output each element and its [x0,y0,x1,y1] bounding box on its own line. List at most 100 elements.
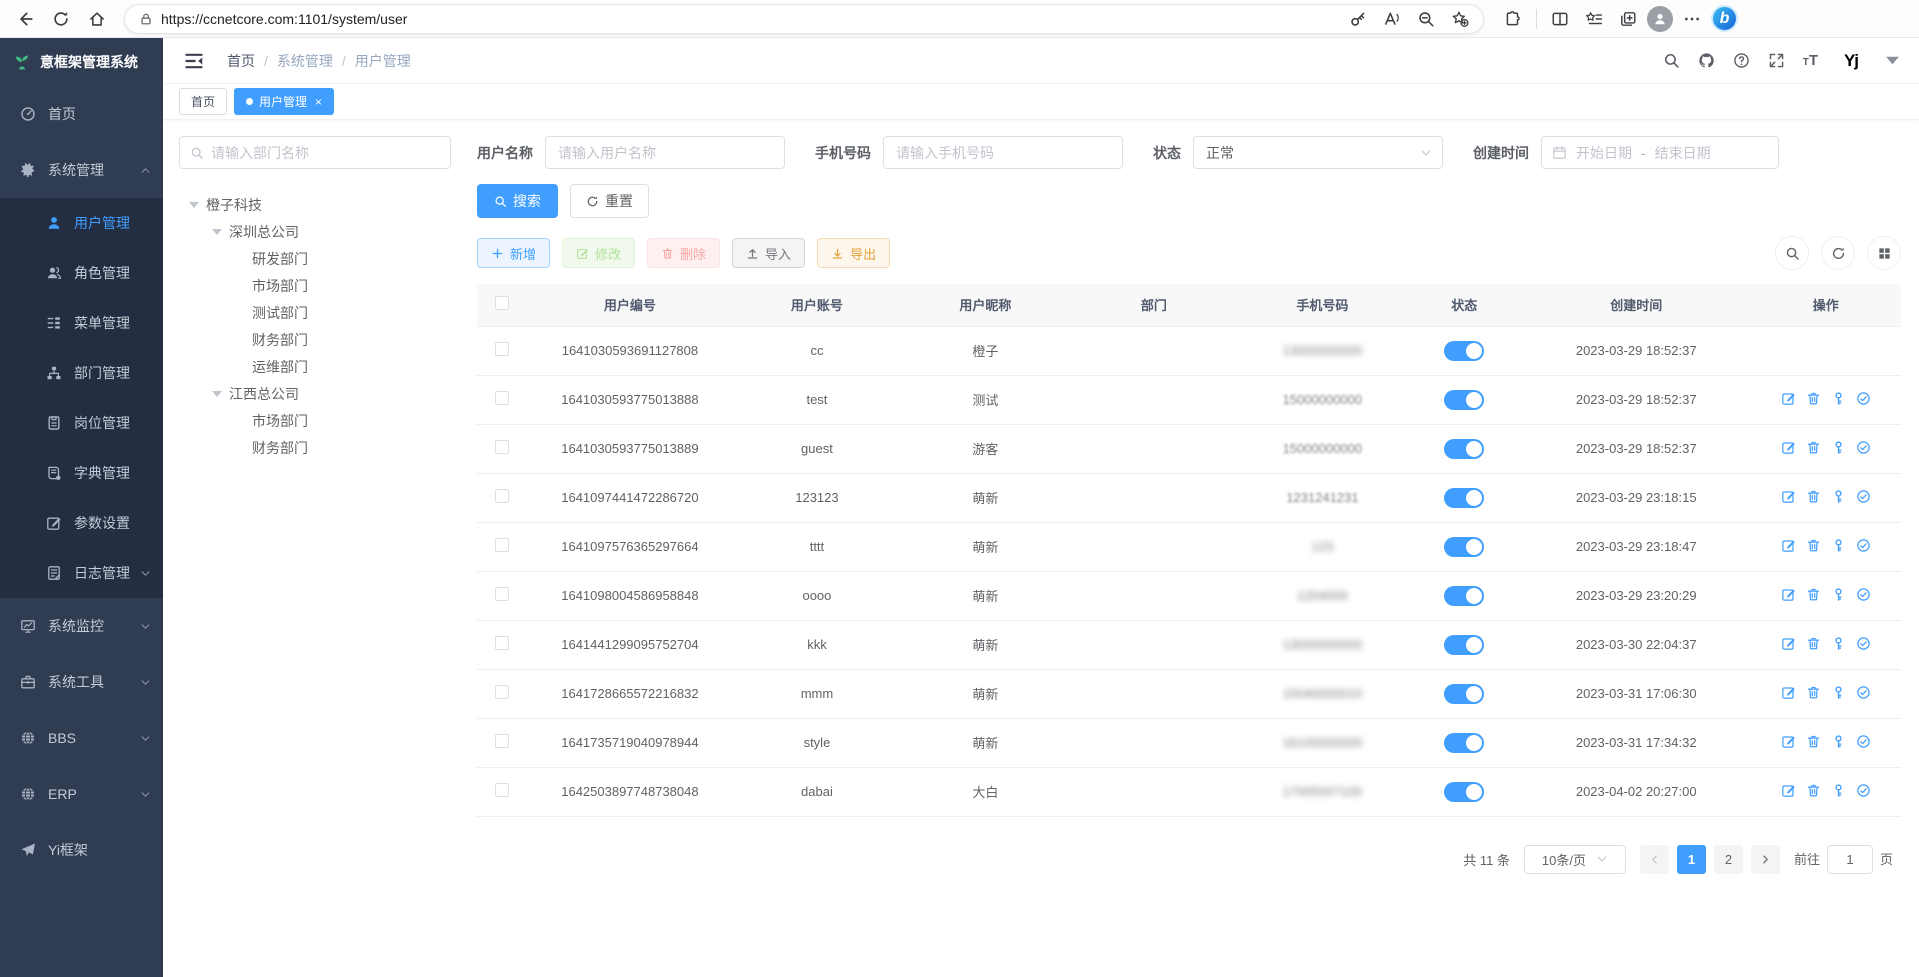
reset-password-icon[interactable] [1831,685,1846,700]
assign-role-icon[interactable] [1856,783,1871,798]
reset-password-icon[interactable] [1831,538,1846,553]
status-toggle[interactable] [1444,488,1484,508]
status-toggle[interactable] [1444,733,1484,753]
address-bar[interactable]: https://ccnetcore.com:1101/system/user [124,4,1484,34]
favorites-button[interactable] [1579,4,1609,34]
add-button[interactable]: 新增 [477,238,550,268]
table-columns-button[interactable] [1867,236,1901,270]
add-favorite-button[interactable] [1447,6,1473,32]
browser-refresh-button[interactable] [46,4,76,34]
delete-action-icon[interactable] [1806,538,1821,553]
delete-button[interactable]: 删除 [647,238,720,268]
delete-action-icon[interactable] [1806,685,1821,700]
row-checkbox[interactable] [495,636,509,650]
sidebar-item-BBS[interactable]: BBS [0,710,163,766]
edit-action-icon[interactable] [1781,783,1796,798]
reset-button[interactable]: 重置 [570,184,649,218]
tree-node-测试部门[interactable]: 测试部门 [179,299,451,326]
sidebar-item-菜单管理[interactable]: 菜单管理 [0,298,163,348]
search-button[interactable]: 搜索 [477,184,558,218]
sidebar-item-参数设置[interactable]: 参数设置 [0,498,163,548]
chevron-down-icon[interactable] [1884,52,1901,69]
status-toggle[interactable] [1444,537,1484,557]
assign-role-icon[interactable] [1856,587,1871,602]
row-checkbox[interactable] [495,489,509,503]
edit-action-icon[interactable] [1781,440,1796,455]
select-all-checkbox[interactable] [495,296,509,310]
sidebar-item-角色管理[interactable]: 角色管理 [0,248,163,298]
row-checkbox[interactable] [495,391,509,405]
sidebar-item-系统管理[interactable]: 系统管理 [0,142,163,198]
delete-action-icon[interactable] [1806,440,1821,455]
edit-action-icon[interactable] [1781,489,1796,504]
sidebar-item-首页[interactable]: 首页 [0,86,163,142]
row-checkbox[interactable] [495,734,509,748]
assign-role-icon[interactable] [1856,538,1871,553]
row-checkbox[interactable] [495,440,509,454]
status-toggle[interactable] [1444,635,1484,655]
tree-node-深圳总公司[interactable]: 深圳总公司 [179,218,451,245]
delete-action-icon[interactable] [1806,783,1821,798]
sidebar-item-部门管理[interactable]: 部门管理 [0,348,163,398]
split-screen-button[interactable] [1545,4,1575,34]
breadcrumb-item-用户管理[interactable]: 用户管理 [355,51,411,71]
table-refresh-button[interactable] [1821,236,1855,270]
tree-node-财务部门[interactable]: 财务部门 [179,434,451,461]
prev-page-button[interactable] [1640,845,1669,874]
modify-button[interactable]: 修改 [562,238,635,268]
reset-password-icon[interactable] [1831,391,1846,406]
row-checkbox[interactable] [495,538,509,552]
bing-chat-button[interactable]: b [1711,5,1738,32]
tree-expand-caret[interactable] [189,202,199,208]
extensions-button[interactable] [1498,4,1528,34]
status-toggle[interactable] [1444,341,1484,361]
app-logo[interactable]: 意框架管理系统 [0,38,163,86]
browser-profile-avatar[interactable] [1647,6,1673,32]
tree-node-橙子科技[interactable]: 橙子科技 [179,191,451,218]
created-date-range[interactable]: 开始日期 - 结束日期 [1541,136,1779,169]
sidebar-item-字典管理[interactable]: 字典管理 [0,448,163,498]
reset-password-icon[interactable] [1831,734,1846,749]
reset-password-icon[interactable] [1831,636,1846,651]
edit-action-icon[interactable] [1781,538,1796,553]
department-search-input[interactable] [211,145,440,161]
reset-password-icon[interactable] [1831,440,1846,455]
delete-action-icon[interactable] [1806,734,1821,749]
github-icon[interactable] [1698,52,1715,69]
edit-action-icon[interactable] [1781,734,1796,749]
url-text[interactable]: https://ccnetcore.com:1101/system/user [161,11,1337,27]
assign-role-icon[interactable] [1856,685,1871,700]
status-toggle[interactable] [1444,586,1484,606]
sidebar-item-Yi框架[interactable]: Yi框架 [0,822,163,878]
next-page-button[interactable] [1751,845,1780,874]
username-input[interactable] [545,136,785,169]
assign-role-icon[interactable] [1856,489,1871,504]
status-select[interactable]: 正常 [1193,136,1443,169]
edit-action-icon[interactable] [1781,636,1796,651]
delete-action-icon[interactable] [1806,636,1821,651]
status-toggle[interactable] [1444,782,1484,802]
tree-node-市场部门[interactable]: 市场部门 [179,272,451,299]
sidebar-item-岗位管理[interactable]: 岗位管理 [0,398,163,448]
goto-page-input[interactable] [1827,845,1873,874]
status-toggle[interactable] [1444,684,1484,704]
tab-close-icon[interactable]: × [315,96,322,108]
edit-action-icon[interactable] [1781,587,1796,602]
page-button-1[interactable]: 1 [1677,845,1706,874]
password-button[interactable] [1345,6,1371,32]
breadcrumb-item-首页[interactable]: 首页 [227,51,255,71]
fullscreen-icon[interactable] [1768,52,1785,69]
tree-node-运维部门[interactable]: 运维部门 [179,353,451,380]
reset-password-icon[interactable] [1831,783,1846,798]
row-checkbox[interactable] [495,342,509,356]
edit-action-icon[interactable] [1781,685,1796,700]
row-checkbox[interactable] [495,587,509,601]
row-checkbox[interactable] [495,685,509,699]
tab-首页[interactable]: 首页 [179,88,227,115]
sidebar-item-ERP[interactable]: ERP [0,766,163,822]
sidebar-collapse-icon[interactable] [183,50,205,72]
sidebar-item-系统工具[interactable]: 系统工具 [0,654,163,710]
assign-role-icon[interactable] [1856,391,1871,406]
tab-用户管理[interactable]: 用户管理× [234,88,334,115]
export-button[interactable]: 导出 [817,238,890,268]
